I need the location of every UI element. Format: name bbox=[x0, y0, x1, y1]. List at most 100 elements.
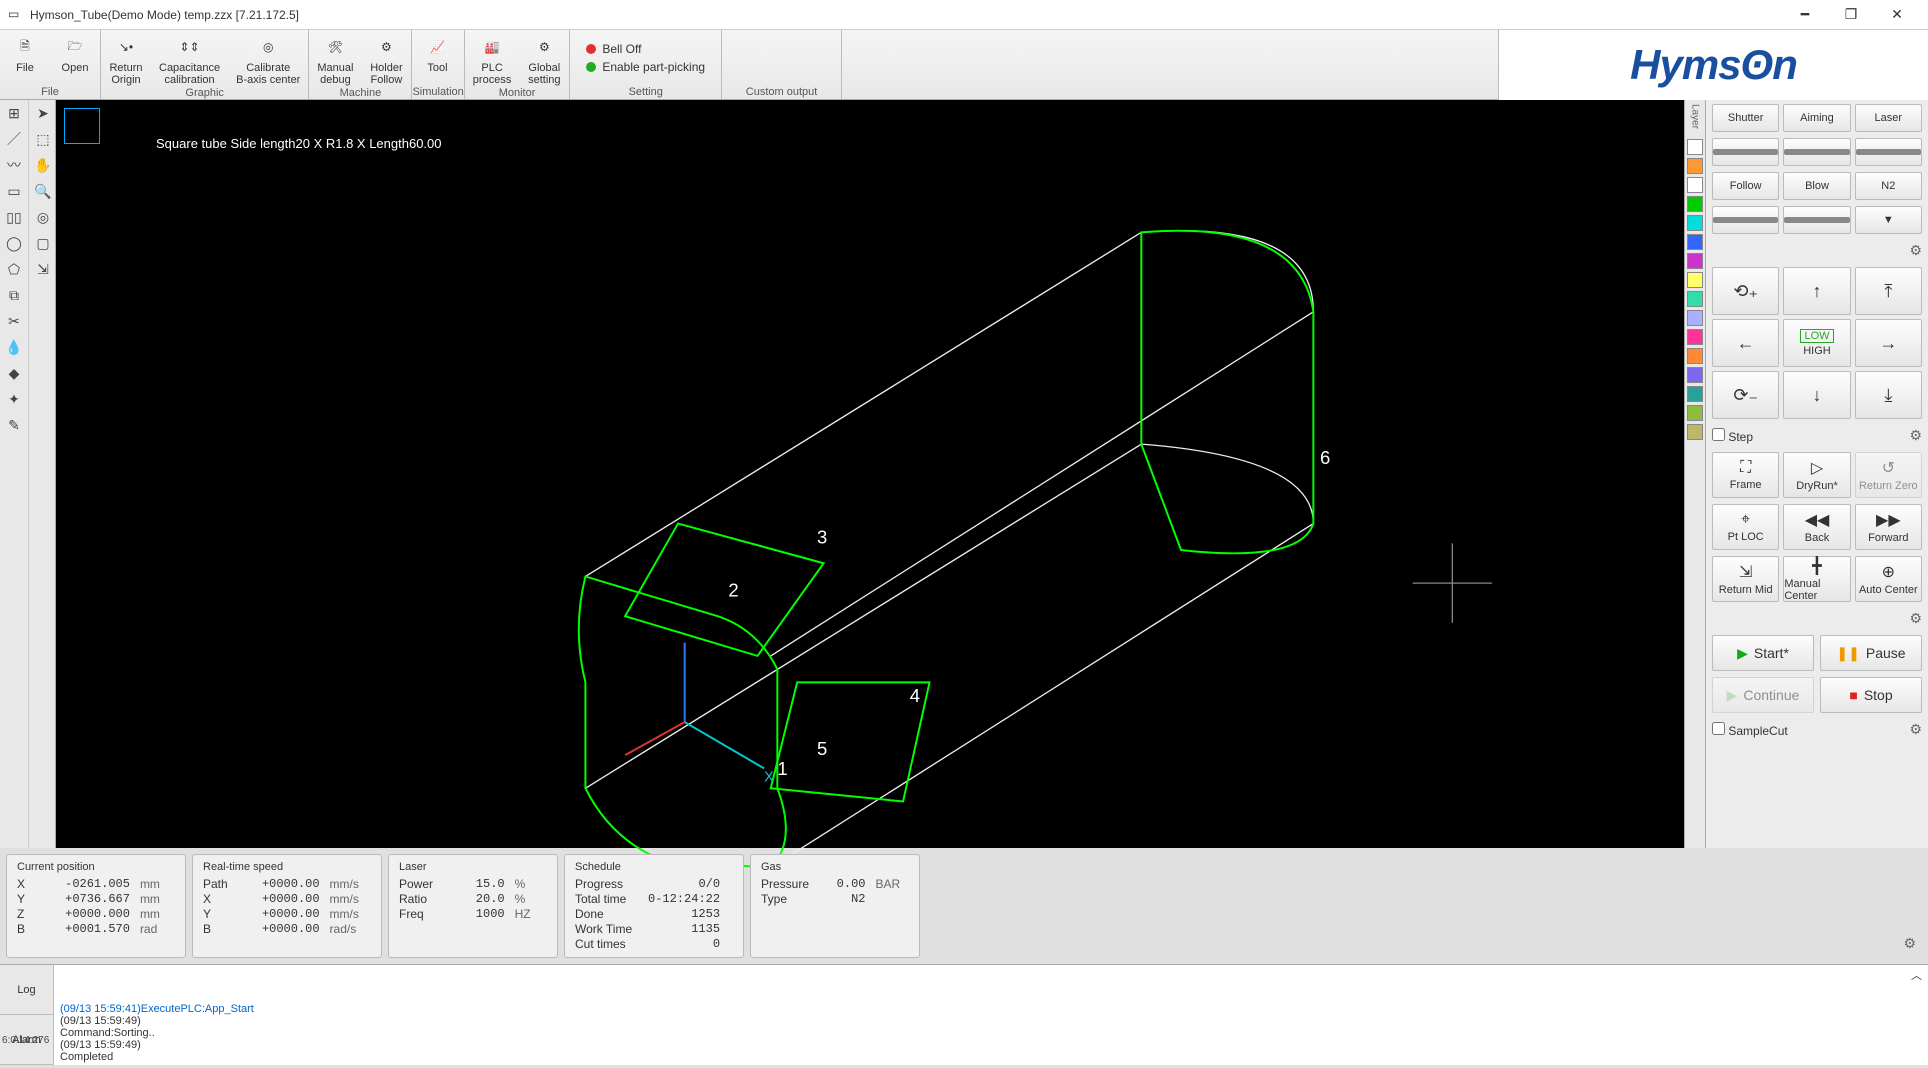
select-tool[interactable]: ⬚ bbox=[29, 126, 57, 152]
pause-button[interactable]: ❚❚Pause bbox=[1820, 635, 1922, 671]
layer-swatch[interactable] bbox=[1687, 386, 1703, 402]
layer-swatch[interactable] bbox=[1687, 329, 1703, 345]
donut-tool[interactable]: ◎ bbox=[29, 204, 57, 230]
line-tool[interactable]: ／ bbox=[0, 126, 28, 152]
blow-toggle[interactable]: Blow bbox=[1783, 172, 1850, 200]
jog-down[interactable]: ↓ bbox=[1783, 371, 1850, 419]
jog-z-up[interactable]: ⤒ bbox=[1855, 267, 1922, 315]
jog-left[interactable]: ← bbox=[1712, 319, 1779, 367]
blow-ind bbox=[1783, 206, 1850, 234]
rect-tool[interactable]: ▭ bbox=[0, 178, 28, 204]
frame-button[interactable]: ⛶Frame bbox=[1712, 452, 1779, 498]
move-tool[interactable]: ⇲ bbox=[29, 256, 57, 282]
layer-swatch[interactable] bbox=[1687, 234, 1703, 250]
grid-tool[interactable]: ⊞ bbox=[0, 100, 28, 126]
column-tool[interactable]: ▯▯ bbox=[0, 204, 28, 230]
manual-debug-button[interactable]: 🛠Manual debug bbox=[309, 30, 361, 86]
cap-cal-button[interactable]: ⇕⇕Capacitance calibration bbox=[151, 30, 228, 86]
jog-right[interactable]: → bbox=[1855, 319, 1922, 367]
file-button[interactable]: 🗎File bbox=[0, 30, 50, 85]
chevron-up-icon[interactable]: ︿ bbox=[1911, 967, 1922, 983]
follow-toggle[interactable]: Follow bbox=[1712, 172, 1779, 200]
dryrun-button[interactable]: ▷DryRun* bbox=[1783, 452, 1850, 498]
layer-swatch[interactable] bbox=[1687, 139, 1703, 155]
auto-center-button[interactable]: ⊕Auto Center bbox=[1855, 556, 1922, 602]
n2-toggle[interactable]: N2 bbox=[1855, 172, 1922, 200]
layer-swatch[interactable] bbox=[1687, 424, 1703, 440]
layer-swatch[interactable] bbox=[1687, 177, 1703, 193]
return-mid-button[interactable]: ⇲Return Mid bbox=[1712, 556, 1779, 602]
group-simulation-label: Simulation bbox=[412, 85, 463, 99]
curve-tool[interactable]: 〰 bbox=[0, 152, 28, 178]
maximize-button[interactable]: ❐ bbox=[1828, 0, 1874, 30]
samplecut-checkbox[interactable]: SampleCut bbox=[1712, 722, 1788, 738]
status-position: Current position X-0261.005mmY+0736.667m… bbox=[6, 854, 186, 958]
layer-tool[interactable]: ◆ bbox=[0, 360, 28, 386]
layer-swatch[interactable] bbox=[1687, 215, 1703, 231]
return-zero-button[interactable]: ↺Return Zero bbox=[1855, 452, 1922, 498]
log-content[interactable]: ︿ (09/13 15:59:41)ExecutePLC:App_Start(0… bbox=[54, 965, 1928, 1065]
cal-b-button[interactable]: ◎Calibrate B-axis center bbox=[228, 30, 308, 86]
misc-tool-1[interactable]: ✦ bbox=[0, 386, 28, 412]
layer-swatch[interactable] bbox=[1687, 367, 1703, 383]
drop-tool[interactable]: 💧 bbox=[0, 334, 28, 360]
jog-rotate-cw[interactable]: ⟳₋ bbox=[1712, 371, 1779, 419]
status-key: Y bbox=[17, 892, 40, 906]
open-button[interactable]: 🗁Open bbox=[50, 30, 100, 85]
circle-tool[interactable]: ◯ bbox=[0, 230, 28, 256]
jog-speed-toggle[interactable]: LOWHIGH bbox=[1783, 319, 1850, 367]
pt-loc-button[interactable]: ⌖Pt LOC bbox=[1712, 504, 1779, 550]
layer-swatch[interactable] bbox=[1687, 253, 1703, 269]
layer-swatch[interactable] bbox=[1687, 196, 1703, 212]
jog-z-down[interactable]: ⤓ bbox=[1855, 371, 1922, 419]
part-picking-toggle[interactable]: Enable part-picking bbox=[576, 60, 715, 74]
holder-follow-button[interactable]: ⚙Holder Follow bbox=[361, 30, 411, 86]
layer-swatch[interactable] bbox=[1687, 348, 1703, 364]
log-tab[interactable]: Log bbox=[0, 965, 53, 1015]
misc-tool-2[interactable]: ✎ bbox=[0, 412, 28, 438]
layer-swatch[interactable] bbox=[1687, 310, 1703, 326]
tool-button[interactable]: 📈Tool bbox=[412, 30, 462, 85]
layer-swatch[interactable] bbox=[1687, 272, 1703, 288]
dryrun-label: DryRun* bbox=[1796, 480, 1838, 492]
shape-tool[interactable]: ⬠ bbox=[0, 256, 28, 282]
bell-off-toggle[interactable]: Bell Off bbox=[576, 42, 715, 56]
jog-rotate-ccw[interactable]: ⟲₊ bbox=[1712, 267, 1779, 315]
step-checkbox[interactable]: Step bbox=[1712, 428, 1753, 444]
gear-icon[interactable]: ⚙ bbox=[1903, 935, 1916, 952]
plc-process-button[interactable]: 🏭PLC process bbox=[465, 30, 520, 86]
trim-tool[interactable]: ✂ bbox=[0, 308, 28, 334]
stop-label: Stop bbox=[1864, 687, 1893, 703]
aiming-label: Aiming bbox=[1800, 112, 1834, 124]
pointer-tool[interactable]: ➤ bbox=[29, 100, 57, 126]
layer-swatch[interactable] bbox=[1687, 291, 1703, 307]
manual-center-button[interactable]: ╋Manual Center bbox=[1783, 556, 1850, 602]
copy-tool[interactable]: ⧉ bbox=[0, 282, 28, 308]
aiming-toggle[interactable]: Aiming bbox=[1783, 104, 1850, 132]
close-button[interactable]: ✕ bbox=[1874, 0, 1920, 30]
cad-canvas[interactable]: Square tube Side length20 X R1.8 X Lengt… bbox=[56, 100, 1684, 848]
minimize-button[interactable]: ━ bbox=[1782, 0, 1828, 30]
global-setting-button[interactable]: ⚙Global setting bbox=[519, 30, 569, 86]
status-laser: Laser Power15.0%Ratio20.0%Freq1000HZ bbox=[388, 854, 558, 958]
jog-up[interactable]: ↑ bbox=[1783, 267, 1850, 315]
layer-swatch[interactable] bbox=[1687, 405, 1703, 421]
laser-toggle[interactable]: Laser bbox=[1855, 104, 1922, 132]
start-button[interactable]: ▶Start* bbox=[1712, 635, 1814, 671]
pan-tool[interactable]: ✋ bbox=[29, 152, 57, 178]
gear-icon[interactable]: ⚙ bbox=[1909, 242, 1922, 259]
gear-icon[interactable]: ⚙ bbox=[1909, 610, 1922, 627]
gear-icon[interactable]: ⚙ bbox=[1909, 721, 1922, 738]
target-icon: ◎ bbox=[254, 34, 282, 60]
continue-button[interactable]: ▶Continue bbox=[1712, 677, 1814, 713]
shutter-toggle[interactable]: Shutter bbox=[1712, 104, 1779, 132]
gear-icon[interactable]: ⚙ bbox=[1909, 427, 1922, 444]
zoom-tool[interactable]: 🔍 bbox=[29, 178, 57, 204]
stop-button[interactable]: ■Stop bbox=[1820, 677, 1922, 713]
box-tool[interactable]: ▢ bbox=[29, 230, 57, 256]
return-origin-button[interactable]: ↘︎•Return Origin bbox=[101, 30, 151, 86]
n2-ind[interactable]: ▼ bbox=[1855, 206, 1922, 234]
back-button[interactable]: ◀◀Back bbox=[1783, 504, 1850, 550]
layer-swatch[interactable] bbox=[1687, 158, 1703, 174]
forward-button[interactable]: ▶▶Forward bbox=[1855, 504, 1922, 550]
